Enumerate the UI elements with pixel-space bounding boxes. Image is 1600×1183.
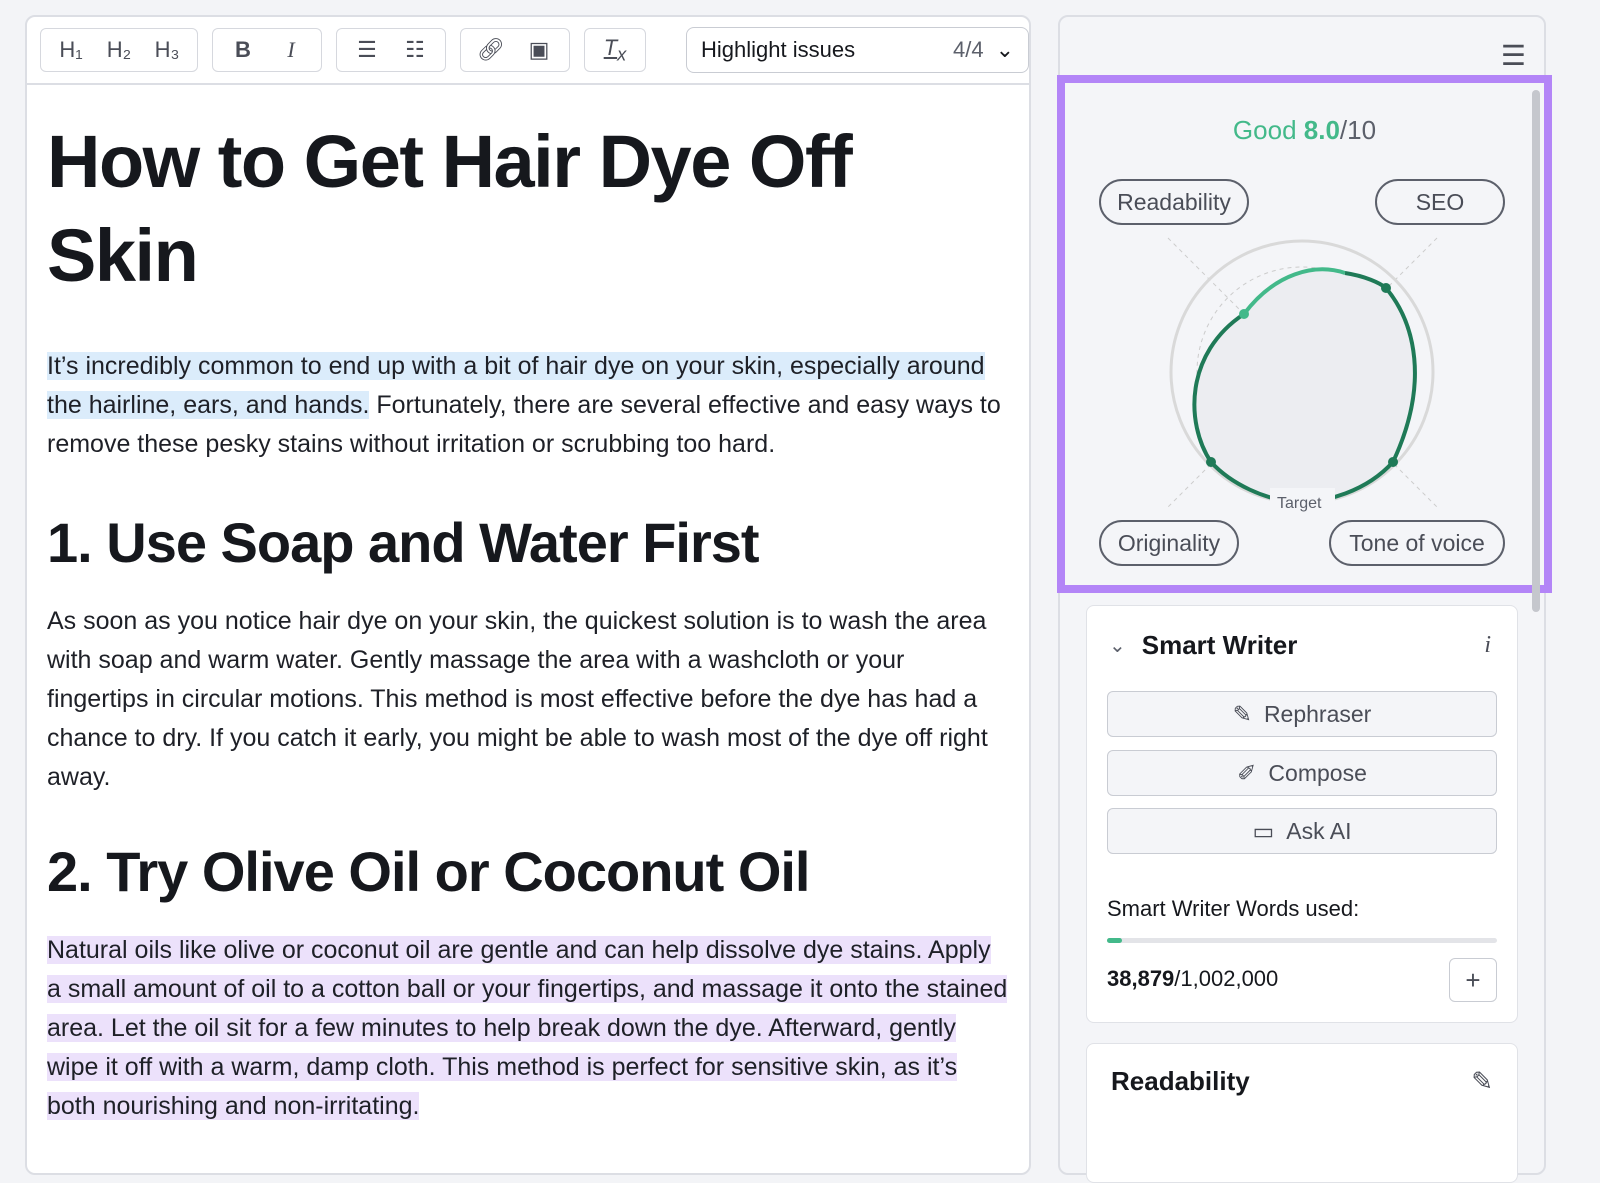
highlighted-text[interactable]: Natural oils like olive or coconut oil a… xyxy=(47,936,1008,1120)
originality-pill[interactable]: Originality xyxy=(1099,520,1239,566)
ask-ai-label: Ask AI xyxy=(1286,817,1352,844)
list-group: ☰ ☷ xyxy=(336,28,446,72)
sidebar-scrollbar[interactable] xyxy=(1532,90,1540,612)
words-used: 38,879 xyxy=(1107,966,1175,991)
menu-icon[interactable]: ☰ xyxy=(1501,39,1526,72)
originality-point xyxy=(1206,457,1216,467)
italic-button[interactable]: I xyxy=(269,37,313,63)
rephraser-label: Rephraser xyxy=(1263,700,1372,727)
highlight-count: 4/4 xyxy=(952,37,984,62)
seo-pill[interactable]: SEO xyxy=(1375,179,1505,225)
smart-writer-card: ⌄ Smart Writer i ✎ Rephraser ✐ Compose ▭ Ask… xyxy=(1086,605,1518,1023)
compose-button[interactable]: ✐ Compose xyxy=(1107,750,1497,796)
words-used-label: Smart Writer Words used: xyxy=(1107,896,1360,921)
document-title: How to Get Hair Dye Off Skin xyxy=(47,120,853,297)
info-icon[interactable]: i xyxy=(1484,632,1491,659)
document-content[interactable]: How to Get Hair Dye Off Skin It’s incred… xyxy=(27,85,1029,1126)
words-count: 38,879/1,002,000 xyxy=(1107,966,1278,992)
ask-ai-button[interactable]: ▭ Ask AI xyxy=(1107,808,1497,854)
image-icon[interactable]: ▣ xyxy=(517,37,561,63)
readability-pill[interactable]: Readability xyxy=(1099,179,1249,225)
heading-soap: 1. Use Soap and Water First xyxy=(47,511,760,574)
pencil-icon[interactable]: ✎ xyxy=(1471,1066,1493,1097)
paragraph-intro: It’s incredibly common to end up with a … xyxy=(47,347,1009,464)
highlight-label: Highlight issues xyxy=(701,37,856,62)
editor-panel: H₁ H₂ H₃ B I ☰ ☷ 🔗︎ ▣ Tx Highlight issue… xyxy=(25,15,1031,1175)
compose-label: Compose xyxy=(1268,759,1367,786)
tone-of-voice-pill[interactable]: Tone of voice xyxy=(1329,520,1505,566)
seo-point xyxy=(1381,283,1391,293)
highlight-issues-dropdown[interactable]: Highlight issues 4/4 ⌄ xyxy=(686,27,1029,73)
ordered-list-icon[interactable]: ☰ xyxy=(345,37,389,63)
tone-point xyxy=(1388,457,1398,467)
readability-point xyxy=(1239,309,1249,319)
readability-card: Readability ✎ xyxy=(1086,1043,1518,1183)
clear-format-group: Tx xyxy=(584,28,646,72)
readability-title: Readability xyxy=(1111,1066,1250,1096)
bold-button[interactable]: B xyxy=(221,37,265,63)
words-progress-bar xyxy=(1107,938,1497,943)
editor-toolbar: H₁ H₂ H₃ B I ☰ ☷ 🔗︎ ▣ Tx Highlight issue… xyxy=(27,17,1029,85)
format-group: B I xyxy=(212,28,322,72)
add-words-button[interactable]: + xyxy=(1449,958,1497,1002)
insert-group: 🔗︎ ▣ xyxy=(460,28,570,72)
bullet-list-icon[interactable]: ☷ xyxy=(393,37,437,63)
h3-button[interactable]: H₃ xyxy=(145,37,189,63)
link-icon[interactable]: 🔗︎ xyxy=(469,37,513,63)
magic-pen-icon: ✐ xyxy=(1237,759,1257,786)
h1-button[interactable]: H₁ xyxy=(49,37,93,63)
chevron-down-icon: ⌄ xyxy=(1109,635,1126,657)
smart-writer-title: Smart Writer xyxy=(1141,630,1298,660)
h2-button[interactable]: H₂ xyxy=(97,37,141,63)
heading-oil: 2. Try Olive Oil or Coconut Oil xyxy=(47,840,811,903)
chevron-down-icon: ⌄ xyxy=(995,37,1014,62)
target-label: Target xyxy=(1277,495,1322,512)
smart-writer-header[interactable]: ⌄ Smart Writer xyxy=(1109,630,1297,661)
chat-icon: ▭ xyxy=(1252,817,1275,844)
heading-group: H₁ H₂ H₃ xyxy=(40,28,198,72)
paragraph-oil: Natural oils like olive or coconut oil a… xyxy=(47,931,1009,1126)
words-total: /1,002,000 xyxy=(1174,966,1279,991)
edit-icon: ✎ xyxy=(1232,700,1252,727)
paragraph-soap: As soon as you notice hair dye on your s… xyxy=(47,607,988,791)
clear-format-icon[interactable]: Tx xyxy=(593,35,637,65)
content-score-panel: Good 8.0/10 Target Readability SEO Tone … xyxy=(1057,75,1552,593)
rephraser-button[interactable]: ✎ Rephraser xyxy=(1107,691,1497,737)
